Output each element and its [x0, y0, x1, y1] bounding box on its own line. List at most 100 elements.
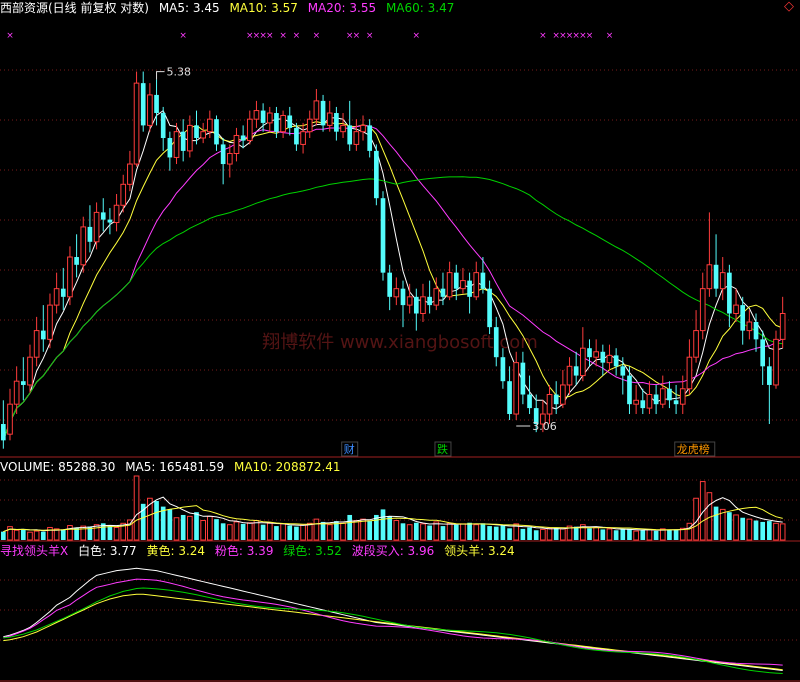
volume-bar [453, 524, 459, 540]
candle-body-down [60, 288, 66, 297]
volume-bar [313, 518, 320, 541]
volume-bar [367, 521, 373, 540]
candle-body-up [719, 272, 726, 290]
candle-body-down [334, 113, 339, 132]
candle-body-down [413, 296, 419, 314]
volume-bar [753, 520, 759, 540]
candle-body-down [493, 327, 499, 358]
candle-body-up [460, 280, 466, 290]
volume-bar [719, 508, 726, 541]
volume-bar [560, 528, 566, 541]
volume-bar [487, 526, 492, 540]
volume-bar [400, 523, 406, 540]
volume-bar [294, 526, 299, 540]
candle-body-up [733, 304, 739, 314]
volume-bar [27, 531, 33, 541]
volume-bars [0, 475, 786, 541]
candle-body-up [473, 272, 480, 298]
volume-bar [733, 514, 739, 541]
candle-body-down [347, 125, 353, 145]
volume-bar [67, 525, 73, 541]
candle-body-up [446, 272, 453, 298]
ma60-line [2, 176, 783, 441]
candle-body-down [294, 127, 299, 145]
volume-bar [546, 527, 553, 541]
volume-bar [440, 526, 446, 540]
candle-body-down [274, 113, 279, 132]
candle-body-down [40, 330, 46, 340]
volume-bar [360, 518, 366, 541]
candle-body-down [220, 144, 226, 165]
volume-bar [326, 524, 333, 541]
candle-body-down [400, 288, 406, 306]
marker-x: × [586, 31, 594, 41]
candle-body-up [646, 393, 653, 409]
high-label-arrow [156, 71, 165, 80]
volume-bar [127, 519, 133, 541]
candle-body-up [80, 226, 87, 266]
low-label: 3.06 [532, 420, 557, 433]
volume-bar [393, 520, 400, 541]
candle-body-up [513, 362, 520, 415]
volume-bar [300, 524, 306, 541]
volume-bar [60, 529, 66, 540]
candle-body-down [553, 394, 559, 405]
volume-bar [713, 506, 719, 540]
volume-bar [746, 518, 753, 541]
candle-body-down [180, 131, 186, 151]
candle-body-up [7, 403, 13, 435]
stock-chart[interactable]: 翔博软件 www.xiangbosoft.com × × × × × × × × × × × × × × ×… [0, 0, 800, 682]
volume-bar [0, 531, 6, 540]
volume-bar [767, 521, 772, 540]
candle-body-down [214, 119, 219, 145]
grid-lines [0, 69, 800, 682]
candle-body-up [699, 288, 706, 332]
candle-body-up [147, 94, 153, 126]
volume-bar [593, 526, 599, 541]
top-markers: × × × × × × × × × × × × × × × × × × × × × [6, 31, 613, 41]
candle-body-down [640, 400, 646, 409]
candle-body-down [287, 115, 293, 128]
candle-body-up [693, 330, 699, 358]
candle-body-up [93, 211, 100, 243]
candle-body-up [33, 330, 40, 358]
candle-body-up [686, 356, 693, 390]
volume-bar [507, 528, 512, 540]
volume-bar [306, 522, 313, 541]
volume-bar [167, 509, 173, 540]
candle-body-up [326, 112, 333, 126]
candle-body-up [266, 112, 273, 124]
candle-body-down [587, 348, 592, 358]
candle-body-down [713, 264, 719, 289]
candle-body-up [306, 118, 313, 133]
volume-bar [180, 514, 186, 540]
candle-body-up [420, 296, 426, 314]
volume-bar [187, 515, 193, 541]
volume-bar [13, 529, 20, 541]
volume-bar [380, 509, 386, 540]
tag-label: 财 [344, 442, 355, 456]
candle-body-up [173, 131, 180, 158]
candle-body-down [753, 321, 759, 340]
candle-body-down [673, 400, 679, 405]
volume-bar [246, 522, 253, 541]
candle-body-up [233, 134, 240, 155]
volume-bar [540, 528, 546, 541]
candle-body-up [353, 131, 360, 145]
event-tags: 财 跌 龙虎榜 [341, 441, 716, 457]
candle-body-up [13, 380, 20, 405]
tag-label: 龙虎榜 [677, 442, 710, 456]
volume-bar [206, 515, 213, 541]
volume-bar [779, 523, 786, 541]
candle-body-down [507, 381, 512, 415]
marker-x: × [293, 31, 301, 41]
candle-body-up [393, 288, 400, 298]
candle-body-down [480, 272, 486, 289]
moving-average-lines [2, 109, 783, 441]
candle-body-down [600, 351, 606, 363]
candle-body-down [627, 375, 632, 405]
volume-bar [80, 525, 87, 541]
candle-body-up [53, 288, 60, 306]
indicator-lines [3, 567, 783, 674]
volume-bar [773, 522, 779, 541]
